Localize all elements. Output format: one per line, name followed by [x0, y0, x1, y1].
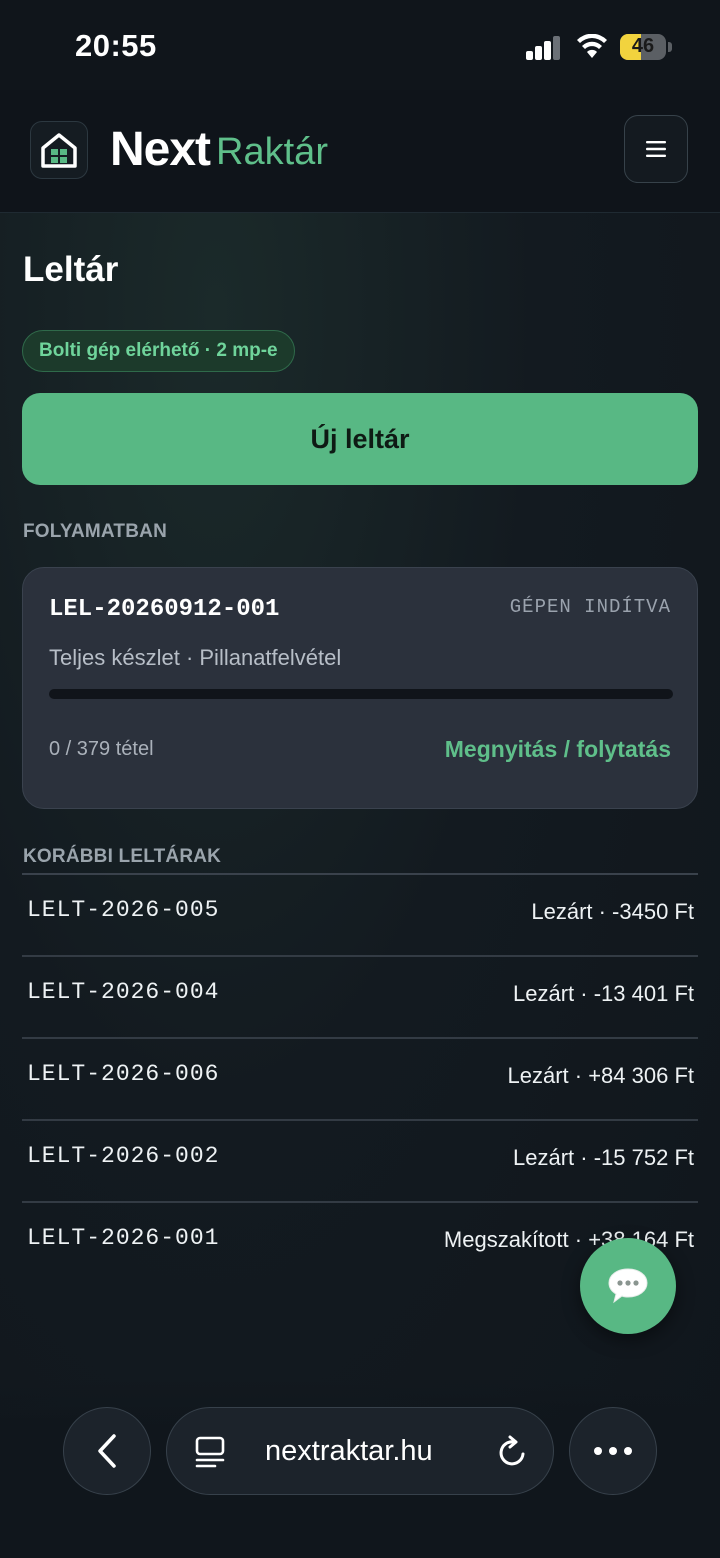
brand-suffix: Raktár: [216, 131, 328, 173]
list-item-id: LELT-2026-004: [27, 979, 220, 1005]
inventory-status: GÉPEN INDÍTVA: [509, 596, 671, 618]
list-item-id: LELT-2026-001: [27, 1225, 220, 1251]
chat-button[interactable]: [580, 1238, 676, 1334]
brand-name: Next: [110, 123, 211, 176]
chevron-left-icon: [98, 1434, 116, 1468]
new-inventory-button[interactable]: Új leltár: [22, 393, 698, 485]
progress-bar: [49, 689, 673, 699]
list-item-status: Lezárt · -13 401 Ft: [513, 981, 694, 1006]
more-dots-icon: [594, 1447, 632, 1455]
address-bar[interactable]: nextraktar.hu: [166, 1407, 554, 1495]
wifi-icon: [577, 34, 607, 58]
inventory-id: LEL-20260912-001: [49, 596, 280, 623]
battery-icon: 46: [620, 34, 666, 60]
url-text: nextraktar.hu: [265, 1435, 433, 1467]
list-item[interactable]: LELT-2026-005 Lezárt · -3450 Ft: [22, 875, 698, 957]
brand-logo[interactable]: Next Raktár: [110, 123, 328, 176]
in-progress-section-label: FOLYAMATBAN: [23, 521, 168, 542]
reload-icon[interactable]: [497, 1434, 529, 1468]
list-item-status: Lezárt · -3450 Ft: [531, 899, 694, 924]
page-menu-icon[interactable]: [195, 1436, 225, 1468]
list-item-status: Lezárt · +84 306 Ft: [507, 1063, 695, 1088]
warehouse-logo-icon[interactable]: [30, 121, 88, 179]
list-item-id: LELT-2026-006: [27, 1061, 220, 1087]
more-options-button[interactable]: [569, 1407, 657, 1495]
menu-button[interactable]: [624, 115, 688, 183]
history-section-label: KORÁBBI LELTÁRAK: [23, 846, 222, 867]
cellular-signal-icon: [526, 36, 562, 60]
page-title: Leltár: [23, 250, 119, 289]
chat-bubble-icon: [608, 1268, 648, 1304]
history-list: LELT-2026-005 Lezárt · -3450 Ft LELT-202…: [22, 873, 698, 1283]
in-progress-card[interactable]: LEL-20260912-001 GÉPEN INDÍTVA Teljes ké…: [22, 567, 698, 809]
open-continue-link[interactable]: Megnyitás / folytatás: [445, 736, 671, 763]
inventory-subtitle: Teljes készlet · Pillanatfelvétel: [49, 645, 342, 670]
status-bar: 20:55 46: [0, 0, 720, 90]
status-badge: Bolti gép elérhető · 2 mp-e: [22, 330, 295, 372]
battery-level: 46: [631, 35, 655, 57]
hamburger-icon: [646, 141, 666, 157]
list-item-status: Lezárt · -15 752 Ft: [513, 1145, 694, 1170]
battery-tip: [668, 42, 672, 52]
list-item[interactable]: LELT-2026-006 Lezárt · +84 306 Ft: [22, 1039, 698, 1121]
item-count: 0 / 379 tétel: [49, 738, 154, 760]
list-item-id: LELT-2026-005: [27, 897, 220, 923]
list-item[interactable]: LELT-2026-002 Lezárt · -15 752 Ft: [22, 1121, 698, 1203]
list-item-id: LELT-2026-002: [27, 1143, 220, 1169]
back-button[interactable]: [63, 1407, 151, 1495]
list-item[interactable]: LELT-2026-004 Lezárt · -13 401 Ft: [22, 957, 698, 1039]
status-time: 20:55: [75, 28, 157, 63]
app-header: Next Raktár: [0, 90, 720, 213]
